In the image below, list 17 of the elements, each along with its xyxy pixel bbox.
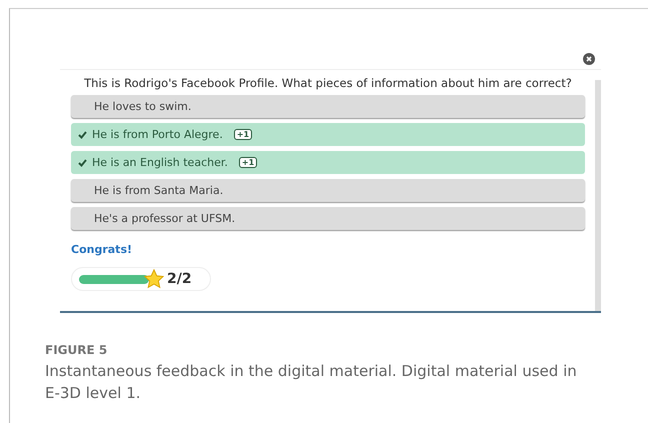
figure-label: FIGURE 5: [45, 343, 108, 357]
figure-caption: Instantaneous feedback in the digital material. Digital material used in E-3D level 1.: [45, 361, 578, 404]
points-badge: +1: [234, 129, 252, 140]
score-text: 2/2: [167, 271, 192, 287]
answer-option[interactable]: He is from Santa Maria.: [71, 179, 585, 202]
close-icon[interactable]: [583, 53, 595, 65]
answer-option[interactable]: He is an English teacher. +1: [71, 151, 585, 174]
feedback-text: Congrats!: [71, 243, 132, 256]
points-badge: +1: [238, 157, 258, 168]
scrollbar[interactable]: [595, 80, 601, 311]
star-icon: [143, 268, 165, 290]
check-icon: [78, 130, 87, 138]
answer-option[interactable]: He's a professor at UFSM.: [71, 207, 585, 230]
answer-option[interactable]: He is from Porto Alegre. +1: [71, 123, 585, 146]
answer-option[interactable]: He loves to swim.: [71, 95, 585, 118]
check-icon: [78, 158, 87, 166]
question-text: This is Rodrigo's Facebook Profile. What pieces of information about him are correct?: [83, 76, 573, 90]
